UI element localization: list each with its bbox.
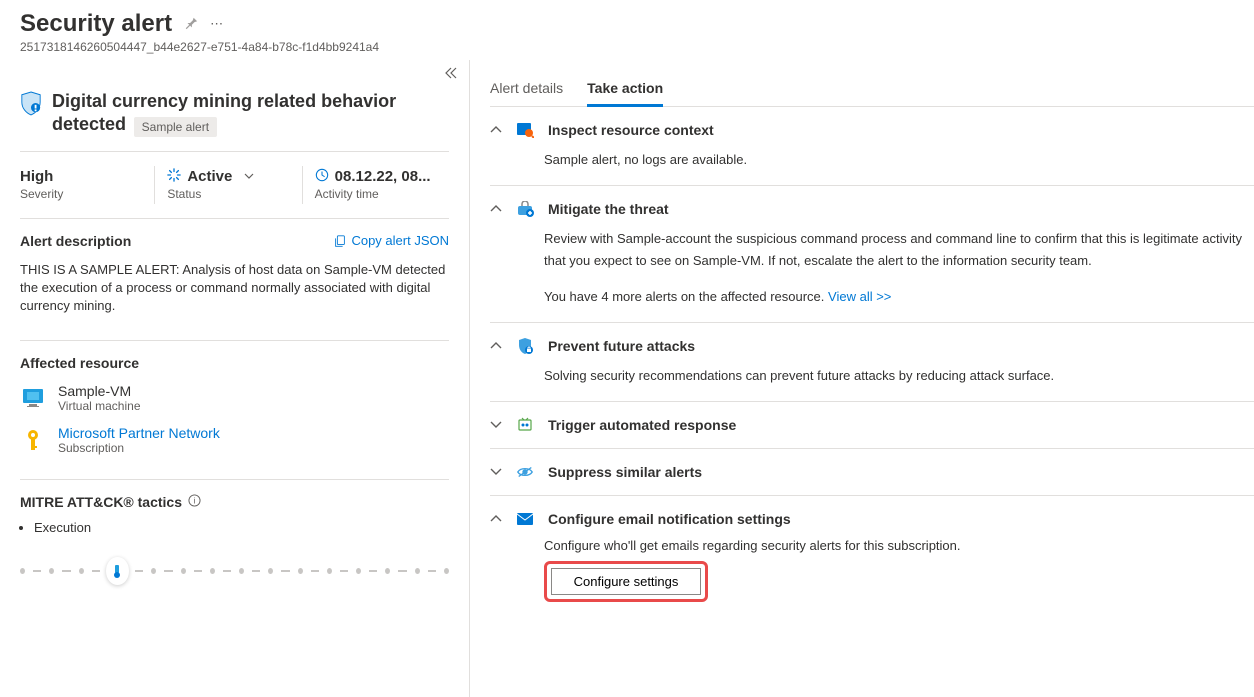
status-dropdown[interactable]: Active Status (155, 168, 301, 201)
status-value: Active (187, 168, 232, 185)
alert-details-panel: Digital currency mining related behavior… (0, 60, 470, 697)
section-title: Prevent future attacks (548, 338, 695, 354)
copy-alert-json-link[interactable]: Copy alert JSON (333, 233, 449, 248)
section-title: Suppress similar alerts (548, 464, 702, 480)
vm-icon (20, 387, 46, 409)
info-circle-icon[interactable]: i (188, 494, 201, 510)
sample-alert-badge: Sample alert (134, 117, 217, 137)
section-mitigate-threat[interactable]: Mitigate the threat (490, 200, 1254, 218)
section-prevent-attacks[interactable]: Prevent future attacks (490, 337, 1254, 355)
tactics-timeline (20, 557, 449, 585)
more-alerts-text: You have 4 more alerts on the affected r… (544, 289, 824, 304)
chevron-up-icon (490, 339, 502, 353)
page-title: Security alert (20, 10, 172, 38)
svg-text:i: i (194, 495, 196, 505)
spinner-icon (167, 168, 181, 185)
mitre-tactics-title: MITRE ATT&CK® tactics (20, 494, 182, 510)
chevron-down-icon (490, 465, 502, 479)
severity-value: High (20, 168, 142, 185)
collapse-panel-icon[interactable] (443, 66, 459, 85)
alert-description-body: THIS IS A SAMPLE ALERT: Analysis of host… (20, 261, 449, 316)
email-body: Configure who'll get emails regarding se… (544, 538, 1254, 553)
configure-button-highlight: Configure settings (544, 561, 708, 602)
affected-resource-title: Affected resource (20, 355, 449, 371)
resource-type: Subscription (58, 441, 220, 455)
chevron-down-icon (490, 418, 502, 432)
affected-resource-subscription[interactable]: Microsoft Partner Network Subscription (20, 425, 449, 455)
affected-resource-vm[interactable]: Sample-VM Virtual machine (20, 383, 449, 413)
shield-alert-icon (20, 90, 42, 116)
activity-time-label: Activity time (315, 187, 437, 201)
inspect-body: Sample alert, no logs are available. (544, 149, 1254, 171)
activity-time-value: 08.12.22, 08... (335, 168, 431, 185)
timeline-active-step[interactable] (106, 557, 129, 585)
clock-icon (315, 168, 329, 185)
shield-lock-icon (516, 337, 534, 355)
email-settings-icon (516, 510, 534, 528)
status-label: Status (167, 187, 289, 201)
section-title: Mitigate the threat (548, 201, 669, 217)
take-action-panel: Alert details Take action Inspect resour… (470, 60, 1254, 697)
section-suppress-alerts[interactable]: Suppress similar alerts (490, 463, 1254, 481)
copy-icon (333, 234, 347, 248)
tab-alert-details[interactable]: Alert details (490, 72, 563, 106)
resource-type: Virtual machine (58, 399, 141, 413)
pin-icon[interactable] (184, 16, 198, 33)
alert-heading: Digital currency mining related behavior… (52, 91, 396, 134)
tab-take-action[interactable]: Take action (587, 72, 663, 107)
view-all-link[interactable]: View all >> (828, 289, 891, 304)
section-title: Inspect resource context (548, 122, 714, 138)
chevron-down-icon (244, 171, 254, 182)
more-icon[interactable]: ⋯ (210, 16, 223, 32)
chevron-up-icon (490, 202, 502, 216)
section-inspect-resource[interactable]: Inspect resource context (490, 121, 1254, 139)
tactic-item: Execution (34, 520, 449, 535)
suppress-alerts-icon (516, 463, 534, 481)
section-configure-email[interactable]: Configure email notification settings (490, 510, 1254, 528)
mitigate-body: Review with Sample-account the suspiciou… (544, 228, 1254, 272)
key-icon (20, 428, 46, 452)
alert-description-title: Alert description (20, 233, 131, 249)
section-trigger-automated[interactable]: Trigger automated response (490, 416, 1254, 434)
prevent-body: Solving security recommendations can pre… (544, 365, 1254, 387)
inspect-resource-icon (516, 121, 534, 139)
automated-response-icon (516, 416, 534, 434)
section-title: Configure email notification settings (548, 511, 791, 527)
resource-name[interactable]: Microsoft Partner Network (58, 425, 220, 441)
severity-label: Severity (20, 187, 142, 201)
mitigate-threat-icon (516, 200, 534, 218)
chevron-up-icon (490, 123, 502, 137)
resource-name: Sample-VM (58, 383, 141, 399)
chevron-up-icon (490, 512, 502, 526)
alert-id: 2517318146260504447_b44e2627-e751-4a84-b… (20, 40, 1234, 54)
section-title: Trigger automated response (548, 417, 736, 433)
configure-settings-button[interactable]: Configure settings (551, 568, 701, 595)
